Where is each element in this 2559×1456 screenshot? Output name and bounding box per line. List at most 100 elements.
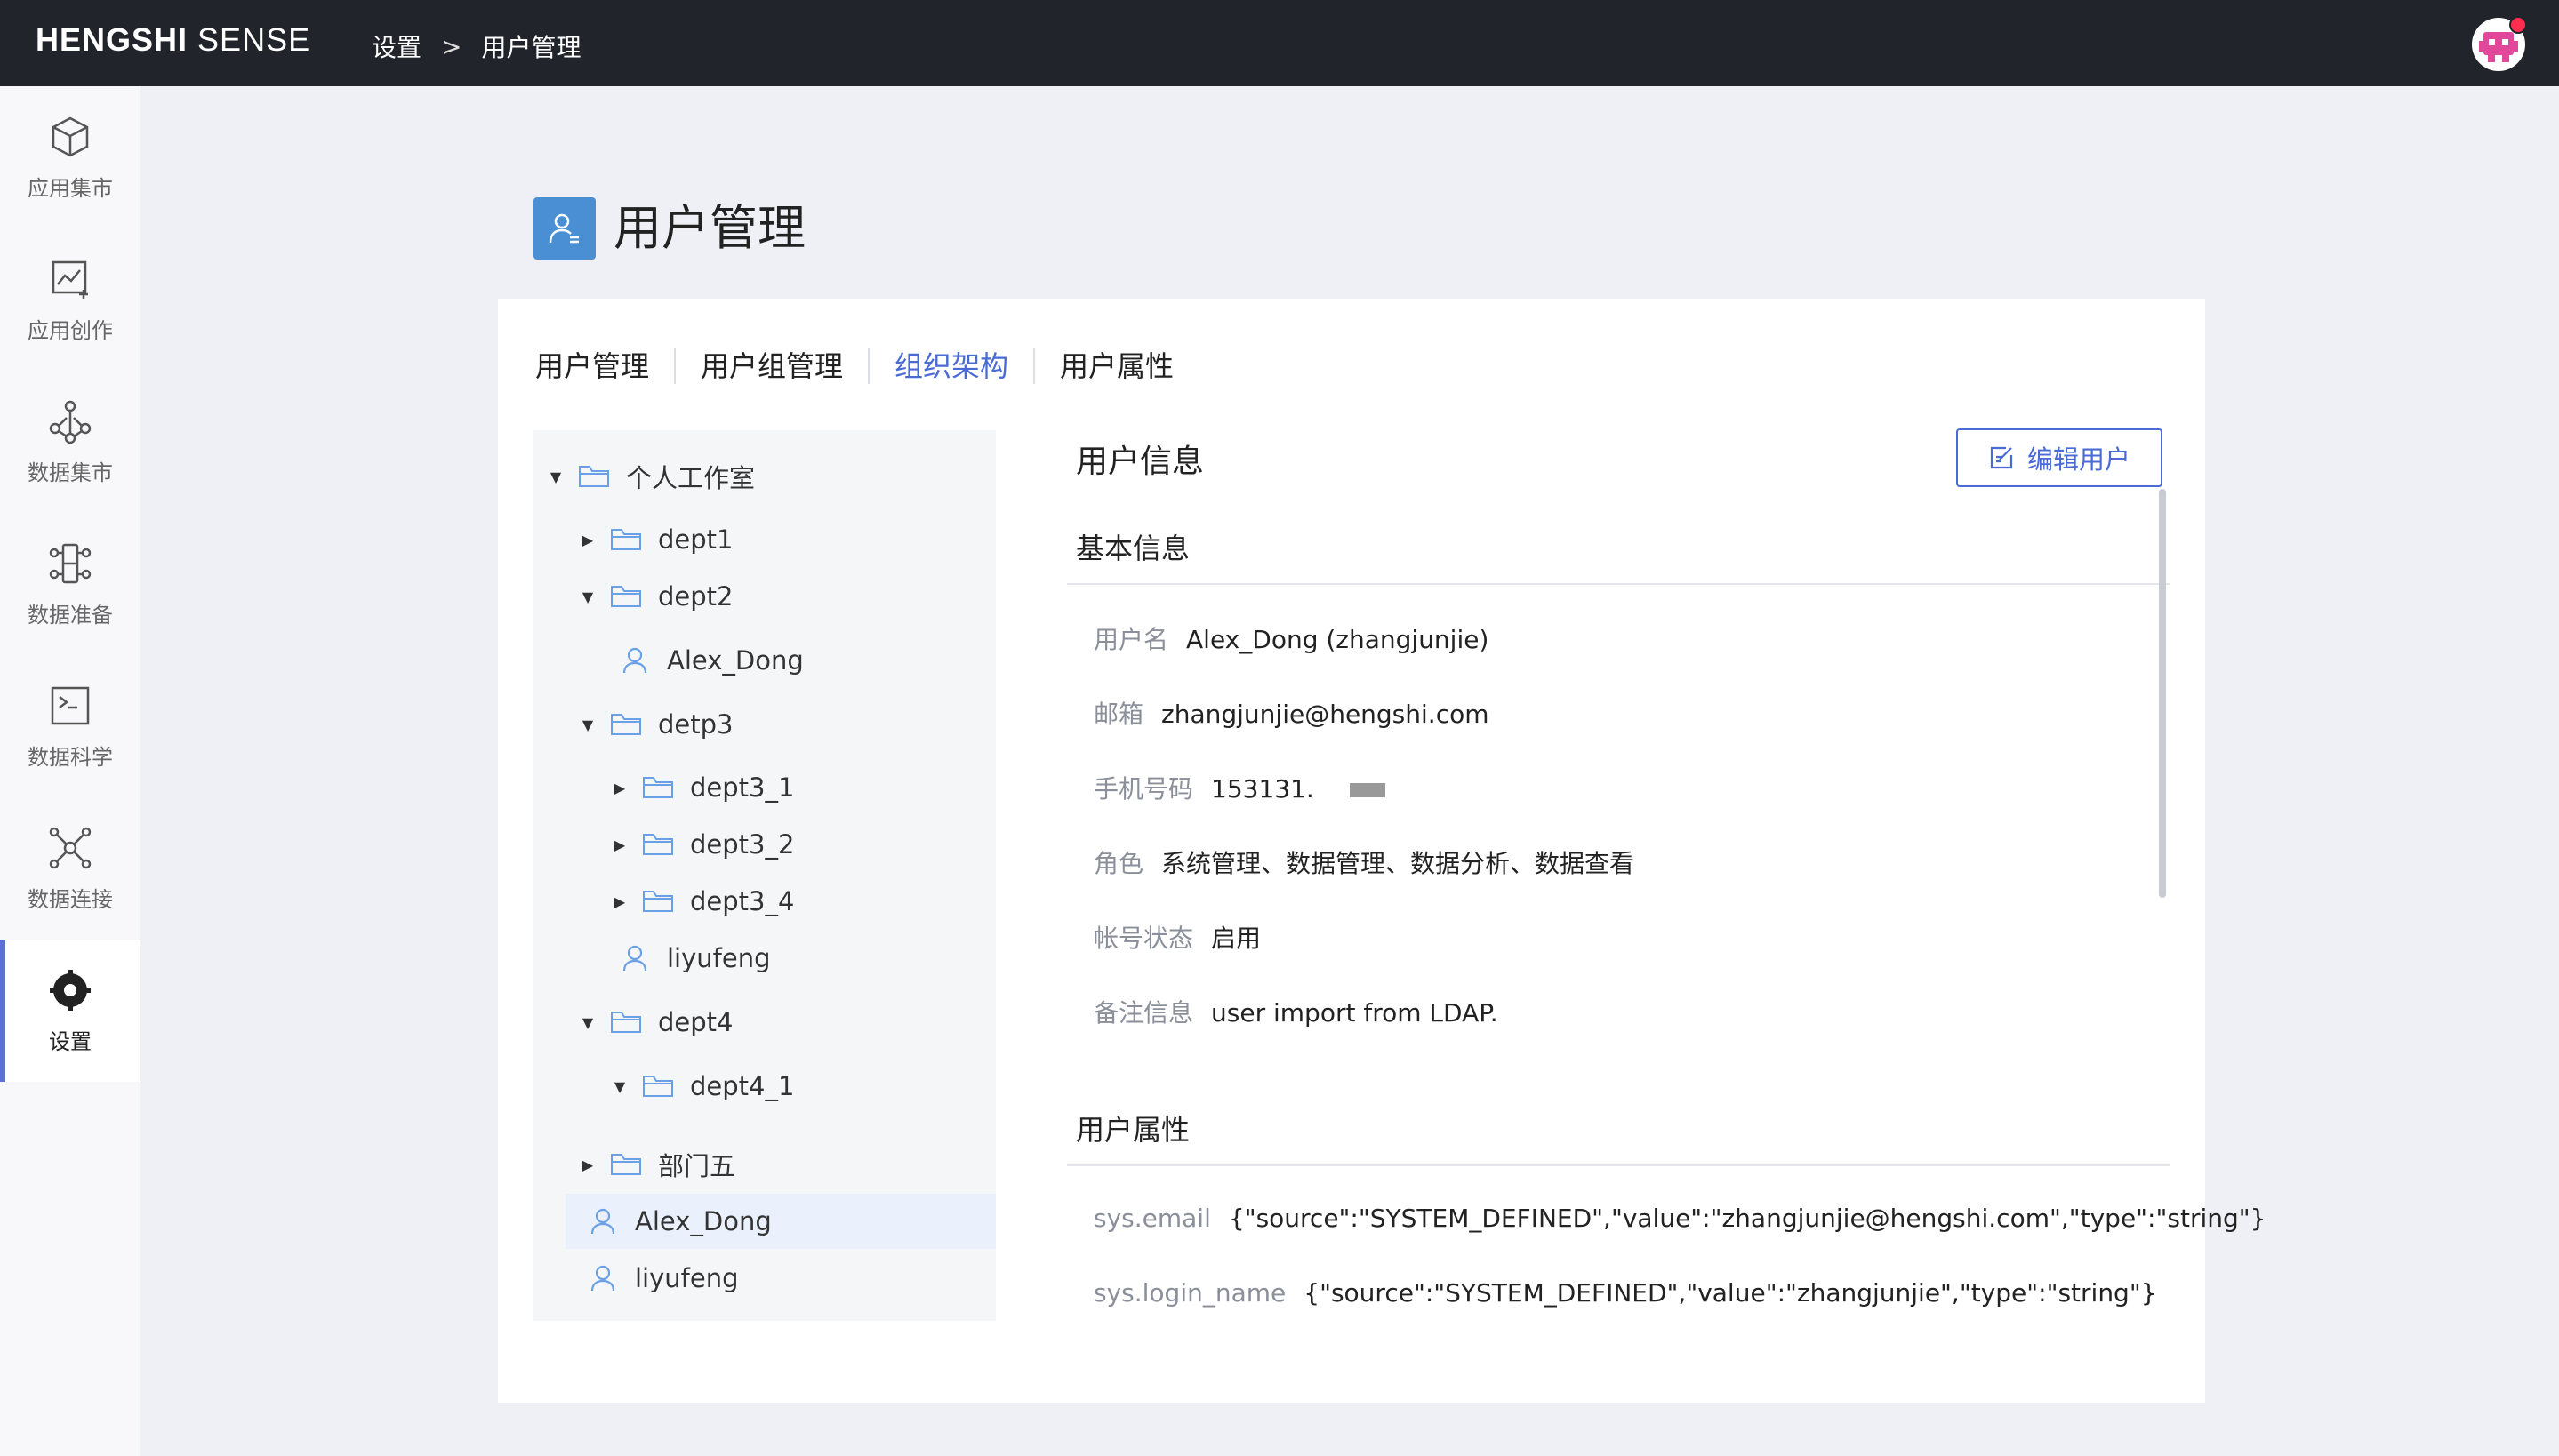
tree-node-user[interactable]: liyufeng — [622, 931, 771, 986]
field-value: user import from LDAP. — [1211, 998, 1498, 1028]
tree-node-folder[interactable]: ▶ dept3_4 — [610, 874, 795, 929]
dataset-network-icon — [49, 400, 92, 444]
tree-node-user[interactable]: Alex_Dong — [622, 633, 804, 688]
field-value: Alex_Dong (zhangjunjie) — [1186, 625, 1489, 654]
tree-node-folder[interactable]: ▼ dept4 — [578, 995, 734, 1050]
field-key: 帐号状态 — [1094, 924, 1194, 953]
field-value: zhangjunjie@hengshi.com — [1161, 700, 1489, 729]
info-row-note: 备注信息 user import from LDAP. — [1094, 994, 1498, 1029]
folder-icon — [610, 711, 642, 738]
sidebar-item-app-create[interactable]: 应用创作 — [0, 228, 140, 371]
caret-down-icon[interactable]: ▼ — [578, 716, 598, 733]
tree-node-folder[interactable]: ▶ dept3_1 — [610, 760, 795, 815]
sidebar-item-label: 数据准备 — [28, 602, 113, 628]
gear-icon — [50, 969, 91, 1011]
sidebar-item-settings[interactable]: 设置 — [0, 940, 140, 1082]
info-row-email: 邮箱 zhangjunjie@hengshi.com — [1094, 695, 1489, 731]
breadcrumb-item-settings[interactable]: 设置 — [372, 28, 421, 64]
attr-value: {"source":"SYSTEM_DEFINED","value":"zhan… — [1304, 1278, 2157, 1308]
caret-right-icon[interactable]: ▶ — [610, 893, 630, 910]
info-row-status: 帐号状态 启用 — [1094, 919, 1261, 955]
sidebar-item-data-science[interactable]: 数据科学 — [0, 655, 140, 797]
folder-icon — [610, 1009, 642, 1036]
folder-icon — [642, 831, 674, 858]
user-icon — [590, 1207, 615, 1236]
breadcrumb-separator: > — [441, 31, 462, 61]
section-divider — [1067, 1164, 2170, 1166]
field-key: 邮箱 — [1094, 700, 1144, 729]
caret-down-icon[interactable]: ▼ — [546, 468, 566, 485]
tab-user-attributes[interactable]: 用户属性 — [1033, 348, 1199, 384]
caret-right-icon[interactable]: ▶ — [610, 836, 630, 853]
sidebar-item-label: 数据科学 — [28, 744, 113, 770]
tab-org-structure[interactable]: 组织架构 — [868, 348, 1033, 384]
folder-icon — [610, 1151, 642, 1178]
sidebar-item-label: 数据集市 — [28, 460, 113, 485]
field-value: 启用 — [1211, 924, 1262, 953]
sidebar-item-data-market[interactable]: 数据集市 — [0, 371, 140, 513]
avatar[interactable] — [2472, 16, 2527, 71]
tree-node-folder[interactable]: ▶ dept3_2 — [610, 817, 795, 872]
user-card-icon — [549, 213, 579, 244]
sidebar-item-label: 应用集市 — [28, 175, 113, 201]
breadcrumb-item-user-management: 用户管理 — [481, 33, 582, 62]
sidebar-item-data-prep[interactable]: 数据准备 — [0, 513, 140, 655]
tree-node-folder[interactable]: ▶ dept1 — [578, 512, 734, 567]
tree-node-label: dept3_1 — [690, 772, 795, 803]
brand-logo[interactable]: HENGSHI SENSE — [36, 21, 310, 59]
user-icon — [622, 646, 647, 675]
tree-node-label: 部门五 — [658, 1151, 736, 1181]
terminal-icon — [51, 686, 90, 724]
info-scrollbar[interactable] — [2159, 489, 2166, 898]
tree-node-label: dept4_1 — [690, 1071, 795, 1101]
sidebar-item-data-connect[interactable]: 数据连接 — [0, 797, 140, 940]
caret-down-icon[interactable]: ▼ — [610, 1078, 630, 1095]
field-key: 手机号码 — [1094, 774, 1194, 804]
tab-user-group-management[interactable]: 用户组管理 — [674, 348, 868, 384]
tab-bar: 用户管理 用户组管理 组织架构 用户属性 — [535, 348, 1199, 384]
caret-down-icon[interactable]: ▼ — [578, 588, 598, 605]
redaction-mask — [1349, 783, 1385, 797]
tree-node-folder[interactable]: ▼ detp3 — [578, 697, 734, 752]
attr-key: sys.login_name — [1094, 1278, 1287, 1308]
tree-node-label: dept3_2 — [690, 829, 795, 860]
folder-icon — [610, 526, 642, 553]
tree-node-folder[interactable]: ▼ dept2 — [578, 569, 734, 624]
caret-right-icon[interactable]: ▶ — [578, 1156, 598, 1173]
caret-right-icon[interactable]: ▶ — [578, 532, 598, 548]
sidebar: 应用集市 应用创作 数据集市 数据准备 数据科学 数据连接 设置 — [0, 86, 140, 1456]
tree-node-folder[interactable]: ▼ 个人工作室 — [546, 449, 755, 504]
tree-node-user-selected[interactable]: Alex_Dong — [566, 1194, 996, 1249]
caret-down-icon[interactable]: ▼ — [578, 1014, 598, 1031]
cube-icon — [52, 116, 89, 156]
data-prep-icon — [49, 543, 92, 583]
tree-node-label: dept3_4 — [690, 886, 795, 916]
main-card: 用户管理 用户组管理 组织架构 用户属性 ▼ 个人工作室 ▶ dept1 ▼ d… — [498, 299, 2266, 1403]
connection-icon — [49, 827, 92, 868]
attr-value: {"source":"SYSTEM_DEFINED","value":"zhan… — [1228, 1204, 2266, 1233]
tab-user-management[interactable]: 用户管理 — [535, 348, 674, 384]
edit-user-button[interactable]: 编辑用户 — [1956, 428, 2162, 487]
tree-node-label: dept2 — [658, 581, 734, 612]
sidebar-item-app-market[interactable]: 应用集市 — [0, 86, 140, 228]
brand-name: HENGSHI — [36, 21, 189, 58]
tree-node-user[interactable]: liyufeng — [590, 1251, 739, 1306]
info-row-phone: 手机号码 153131. — [1094, 770, 1385, 805]
info-row-role: 角色 系统管理、数据管理、数据分析、数据查看 — [1094, 844, 1634, 880]
org-tree: ▼ 个人工作室 ▶ dept1 ▼ dept2 Alex_Dong ▼ detp… — [533, 430, 996, 1321]
sidebar-item-label: 数据连接 — [28, 886, 113, 912]
notification-dot — [2509, 16, 2527, 34]
field-value: 153131. — [1211, 774, 1314, 804]
caret-right-icon[interactable]: ▶ — [610, 780, 630, 796]
folder-icon — [642, 888, 674, 915]
sidebar-item-label: 设置 — [49, 1028, 92, 1054]
tree-node-label: Alex_Dong — [635, 1206, 772, 1236]
user-management-page-icon — [533, 197, 596, 260]
user-attributes-heading: 用户属性 — [1076, 1113, 1191, 1147]
folder-icon — [578, 463, 610, 490]
field-key: 用户名 — [1094, 625, 1169, 654]
tree-node-label: liyufeng — [667, 943, 771, 973]
top-bar: HENGSHI SENSE 设置 > 用户管理 — [0, 0, 2559, 86]
tree-node-folder[interactable]: ▶ 部门五 — [578, 1137, 735, 1192]
tree-node-folder[interactable]: ▼ dept4_1 — [610, 1059, 795, 1114]
